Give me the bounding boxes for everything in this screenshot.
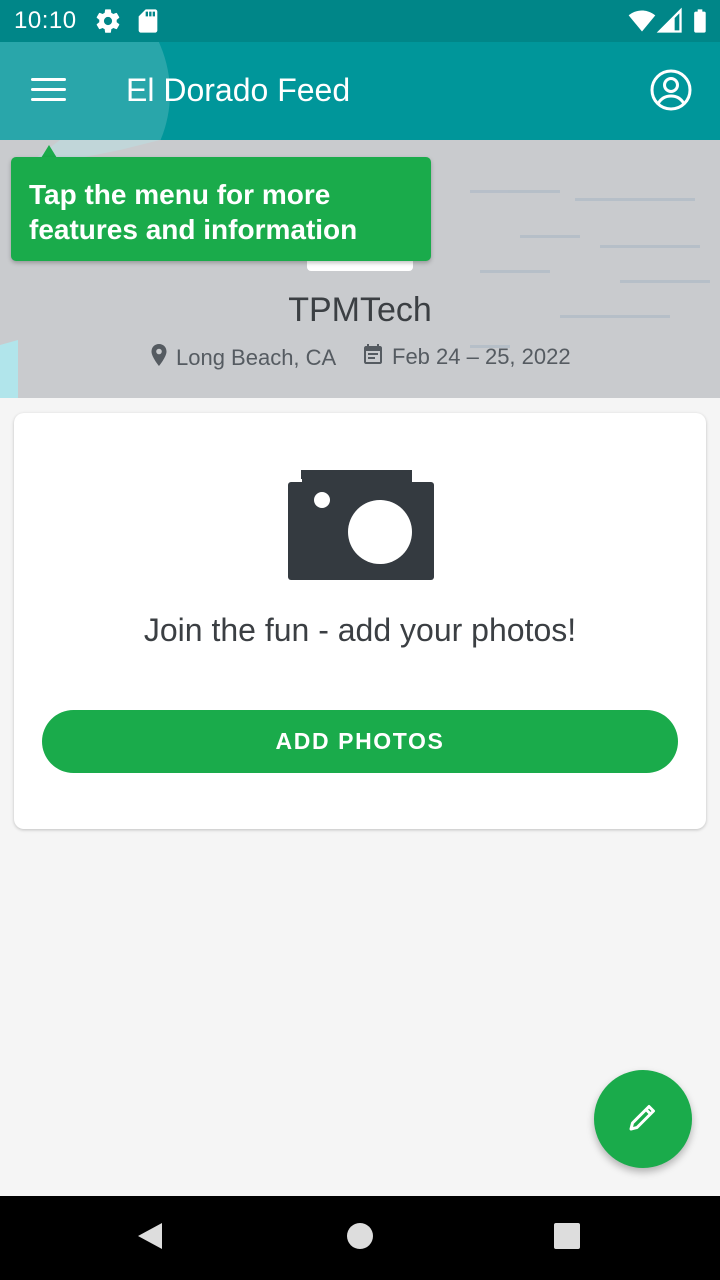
add-photos-card: Join the fun - add your photos! ADD PHOT…	[14, 413, 706, 829]
event-location-text: Long Beach, CA	[176, 345, 337, 370]
tooltip-line-1: Tap the menu for more	[29, 179, 331, 210]
event-meta: Long Beach, CA Feb 24 – 25, 2022	[0, 343, 720, 371]
account-circle-icon	[649, 68, 693, 117]
status-bar: 10:10	[0, 0, 720, 42]
recents-icon	[553, 1222, 581, 1255]
home-icon	[346, 1222, 374, 1255]
app-title: El Dorado Feed	[126, 72, 351, 108]
event-dates-text: Feb 24 – 25, 2022	[392, 344, 571, 369]
calendar-icon	[363, 343, 383, 371]
event-name: TPMTech	[288, 291, 432, 329]
nav-home-button[interactable]	[332, 1210, 388, 1266]
nav-back-button[interactable]	[122, 1210, 178, 1266]
menu-hint-tooltip[interactable]: Tap the menu for more features and infor…	[11, 157, 431, 261]
location-pin-icon	[150, 343, 168, 373]
battery-icon	[686, 7, 714, 35]
event-dates: Feb 24 – 25, 2022	[363, 343, 571, 371]
back-icon	[135, 1220, 165, 1257]
menu-button[interactable]	[18, 61, 80, 123]
camera-icon	[288, 468, 434, 580]
add-photos-prompt: Join the fun - add your photos!	[143, 612, 577, 648]
wifi-icon	[628, 7, 656, 35]
event-location: Long Beach, CA	[150, 343, 336, 373]
sd-card-icon	[134, 7, 162, 35]
nav-recents-button[interactable]	[539, 1210, 595, 1266]
status-time: 10:10	[14, 7, 77, 34]
account-button[interactable]	[640, 61, 702, 123]
add-photos-button[interactable]: ADD PHOTOS	[42, 710, 678, 773]
menu-icon	[30, 76, 68, 109]
tooltip-line-2: features and information	[29, 214, 358, 245]
settings-icon	[94, 7, 122, 35]
system-nav-bar	[0, 1196, 720, 1280]
edit-pencil-icon	[625, 1099, 661, 1140]
compose-fab[interactable]	[594, 1070, 692, 1168]
app-bar: El Dorado Feed	[0, 42, 720, 140]
signal-icon	[656, 7, 684, 35]
